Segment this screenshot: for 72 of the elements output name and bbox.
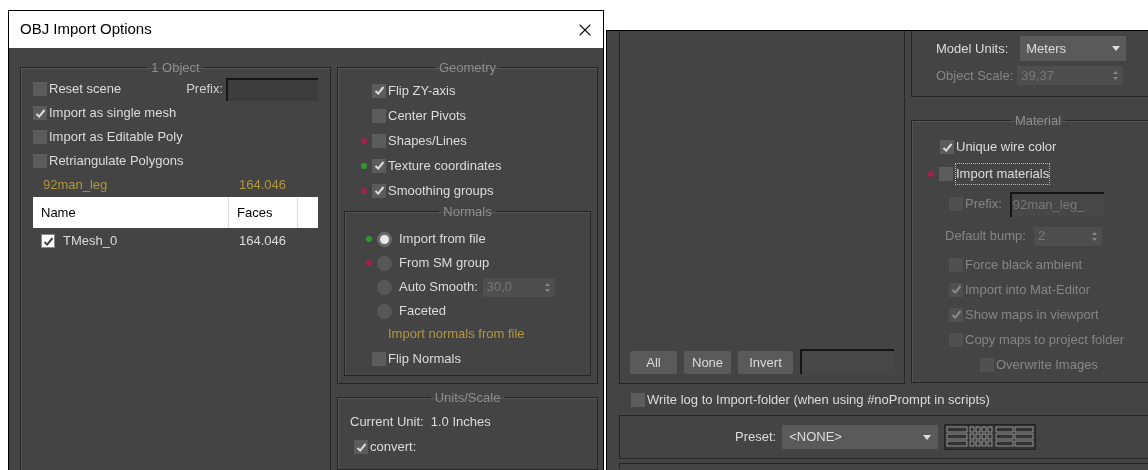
checkbox[interactable] (372, 133, 386, 148)
option-label: Force black ambient (965, 255, 1083, 274)
default-bump-label: Default bump: (945, 227, 1026, 246)
checkbox[interactable] (940, 140, 954, 154)
group-title: Geometry (437, 60, 498, 75)
option-label: Auto Smooth: (399, 278, 478, 297)
current-unit-label: Current Unit: (350, 413, 424, 432)
object-scale-label: Object Scale: (936, 67, 1014, 85)
model-units-dropdown[interactable]: Meters (1020, 36, 1127, 61)
selection-button[interactable]: Invert (738, 351, 793, 374)
checkbox[interactable] (372, 83, 386, 98)
dropdown-arrow-icon (923, 434, 932, 440)
option-label: Reset scene (49, 80, 122, 99)
option-label: Texture coordinates (388, 156, 502, 175)
spinner-arrows-icon (1112, 70, 1120, 82)
group-title: Normals (442, 204, 493, 219)
object-name: 92man_leg (43, 176, 109, 195)
preset-dropdown[interactable]: <NONE> (782, 425, 939, 449)
checkbox[interactable] (372, 352, 386, 366)
column-header[interactable]: Name (33, 197, 229, 228)
checkbox[interactable] (372, 183, 386, 198)
option-label: Center Pivots (388, 106, 467, 125)
option-label: Show maps in viewport (965, 305, 1099, 324)
option-label: Shapes/Lines (388, 131, 467, 150)
spinner-arrows-icon (543, 281, 551, 293)
layout-grid-icon[interactable] (944, 424, 1037, 450)
option-label: Retriangulate Polygons (49, 152, 184, 171)
column-header[interactable]: Faces (229, 197, 298, 228)
option-label: Import from file (399, 230, 486, 249)
normals-note: Import normals from file (387, 325, 526, 344)
checkbox[interactable] (33, 106, 47, 120)
option-label: Unique wire color (956, 138, 1057, 157)
option-label: Smoothing groups (388, 181, 494, 200)
selection-button[interactable]: All (630, 351, 678, 374)
option-label: Import into Mat-Editor (965, 280, 1090, 299)
option-label: Import as Editable Poly (49, 128, 183, 147)
current-unit-value: 1.0 Inches (430, 413, 491, 432)
checkbox[interactable] (41, 234, 55, 248)
checkbox[interactable] (354, 440, 368, 454)
checkbox[interactable] (33, 82, 47, 96)
option-label: Flip ZY-axis (388, 81, 456, 100)
option-label: Import as single mesh (49, 104, 177, 123)
table-cell-text: 164.046 (238, 232, 286, 251)
group-title: 1 Object (150, 60, 201, 75)
option-label: Flip Normals (388, 350, 461, 369)
selection-button[interactable]: None (684, 351, 732, 374)
checkbox[interactable] (33, 154, 47, 168)
checkbox[interactable] (372, 158, 386, 173)
option-label: Write log to Import-folder (when using #noPrompt in scripts) (647, 390, 990, 409)
option-label: From SM group (399, 254, 490, 273)
prefix-label: Prefix: (965, 195, 1002, 214)
option-label: Overwrite Images (996, 355, 1098, 374)
model-units-label: Model Units: (936, 39, 1009, 58)
spinner-arrows-icon (1090, 230, 1098, 242)
checkbox[interactable] (372, 108, 386, 123)
radio-button[interactable] (377, 231, 392, 247)
window-title: OBJ Import Options (20, 19, 152, 40)
option-label: Copy maps to project folder (965, 330, 1124, 349)
group-title: Material (1013, 113, 1063, 128)
face-count: 164.046 (239, 176, 286, 195)
checkbox[interactable] (939, 167, 953, 181)
group-title: Units/Scale (433, 390, 502, 405)
checkbox[interactable] (631, 392, 645, 407)
option-label: Faceted (399, 302, 446, 321)
table-cell-text: TMesh_0 (63, 232, 118, 251)
preset-label: Preset: (735, 428, 777, 447)
option-label: convert: (370, 438, 417, 457)
checkbox[interactable] (33, 130, 47, 144)
dropdown-arrow-icon (1112, 46, 1121, 51)
option-label: Import materials (955, 163, 1051, 185)
prefix-field[interactable] (226, 77, 318, 101)
prefix-label: Prefix: (186, 80, 223, 99)
